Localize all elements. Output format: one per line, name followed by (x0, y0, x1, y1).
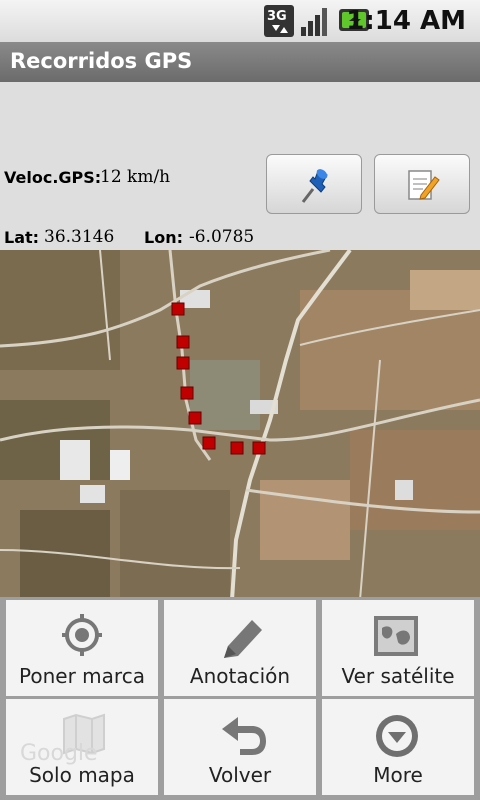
lat-label: Lat: (4, 228, 40, 247)
track-point (171, 302, 185, 316)
options-menu: Poner marca Anotación Ver satélite Googl… (0, 597, 480, 800)
more-icon (376, 715, 418, 757)
menu-label: Volver (208, 763, 272, 787)
menu-item-solo-mapa[interactable]: Google Solo mapa (6, 699, 158, 795)
satellite-map-icon (374, 616, 418, 656)
status-time: 1:14 AM (346, 6, 466, 36)
network-text: 3G (267, 9, 287, 24)
track-point (202, 436, 216, 450)
menu-item-ver-satelite[interactable]: Ver satélite (322, 600, 474, 696)
pin-button[interactable] (266, 154, 362, 214)
track-point (180, 386, 194, 400)
menu-item-volver[interactable]: Volver (164, 699, 316, 795)
menu-item-anotacion[interactable]: Anotación (164, 600, 316, 696)
signal-icon (300, 5, 332, 41)
notepad-pencil-icon (408, 170, 440, 200)
speed-label: Veloc.GPS: (4, 168, 102, 187)
menu-item-poner-marca[interactable]: Poner marca (6, 600, 158, 696)
info-panel: Veloc.GPS: 12 km/h Lat: 36.3146 Lon: -6.… (0, 82, 480, 250)
track-point (252, 441, 266, 455)
back-arrow-icon (222, 717, 266, 755)
pencil-icon (224, 620, 262, 658)
menu-label: More (373, 763, 423, 787)
title-bar: Recorridos GPS (0, 42, 480, 82)
notes-button[interactable] (374, 154, 470, 214)
menu-label: Anotación (189, 664, 291, 688)
status-bar: 3G 1:14 AM (0, 0, 480, 43)
menu-label: Poner marca (19, 664, 145, 688)
track-point (176, 356, 190, 370)
speed-value: 12 km/h (100, 167, 171, 187)
track-point (230, 441, 244, 455)
app-title: Recorridos GPS (10, 49, 193, 73)
track-point (188, 411, 202, 425)
satellite-map[interactable] (0, 250, 480, 600)
track-point (176, 335, 190, 349)
menu-label: Ver satélite (341, 664, 455, 688)
menu-item-more[interactable]: More (322, 699, 474, 795)
lat-value: 36.3146 (44, 227, 115, 247)
lon-value: -6.0785 (189, 227, 255, 247)
pushpin-icon (301, 169, 328, 203)
crosshair-icon (62, 614, 102, 656)
lon-label: Lon: (144, 228, 183, 247)
gps-track (171, 302, 266, 455)
network-3g-icon: 3G (264, 5, 294, 41)
menu-label: Solo mapa (29, 763, 135, 787)
